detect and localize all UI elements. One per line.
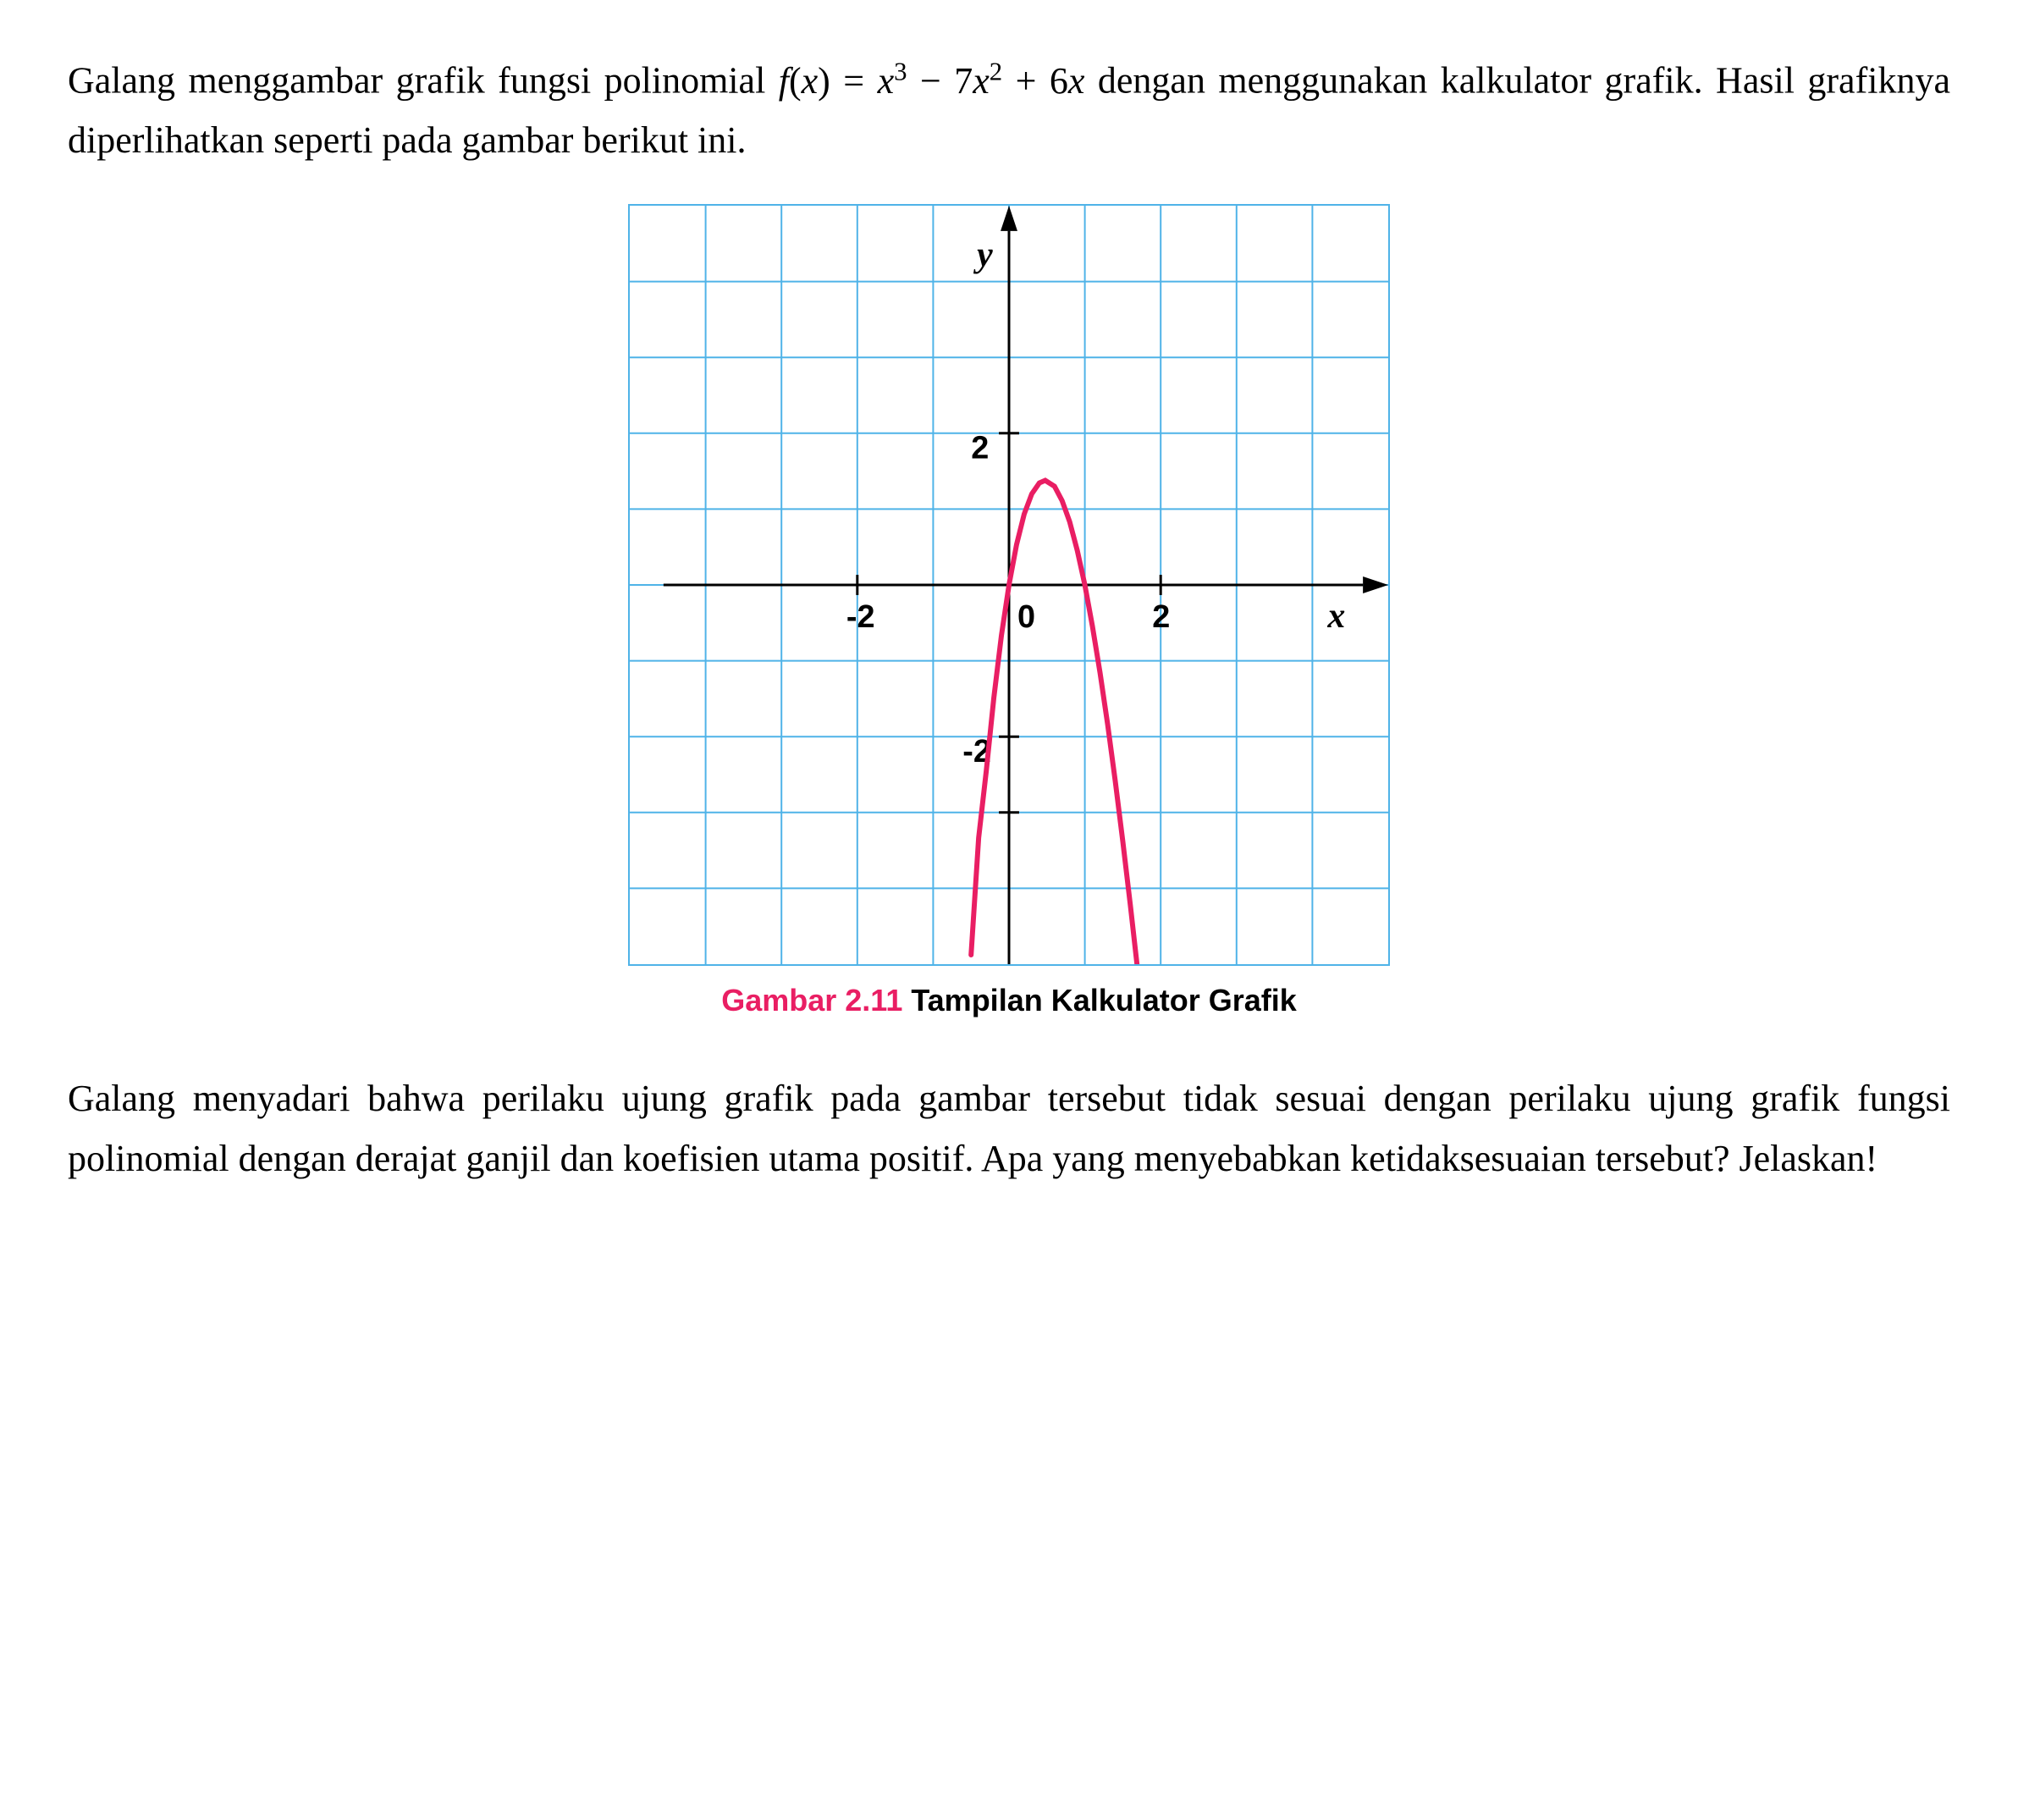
question-paragraph: Galang menyadari bahwa perilaku ujung gr… (68, 1069, 1950, 1189)
chart-container: y x 2 -2 -2 0 2 Gambar 2.11 Tampilan Kal… (68, 204, 1950, 1018)
x-axis-arrow-icon (1363, 576, 1388, 593)
polynomial-formula: f(x) = x3 − 7x2 + 6x (779, 60, 1098, 102)
intro-text-pre: Galang menggambar grafik fungsi polinomi… (68, 60, 779, 102)
intro-paragraph: Galang menggambar grafik fungsi polinomi… (68, 51, 1950, 170)
caption-text: Tampilan Kalkulator Grafik (902, 983, 1296, 1018)
x-tick-2: 2 (1152, 599, 1170, 635)
chart-caption: Gambar 2.11 Tampilan Kalkulator Grafik (721, 983, 1297, 1018)
y-tick-2: 2 (971, 431, 989, 466)
chart-svg: y x 2 -2 -2 0 2 (630, 206, 1388, 964)
polynomial-curve (971, 481, 1138, 964)
y-axis-label: y (973, 236, 993, 275)
x-tick-0: 0 (1017, 599, 1035, 635)
caption-prefix: Gambar 2.11 (721, 983, 902, 1018)
chart-plot-area: y x 2 -2 -2 0 2 (628, 204, 1390, 966)
x-tick-m2: -2 (846, 599, 875, 635)
y-axis-arrow-icon (1001, 206, 1017, 231)
x-axis-label: x (1326, 597, 1345, 636)
